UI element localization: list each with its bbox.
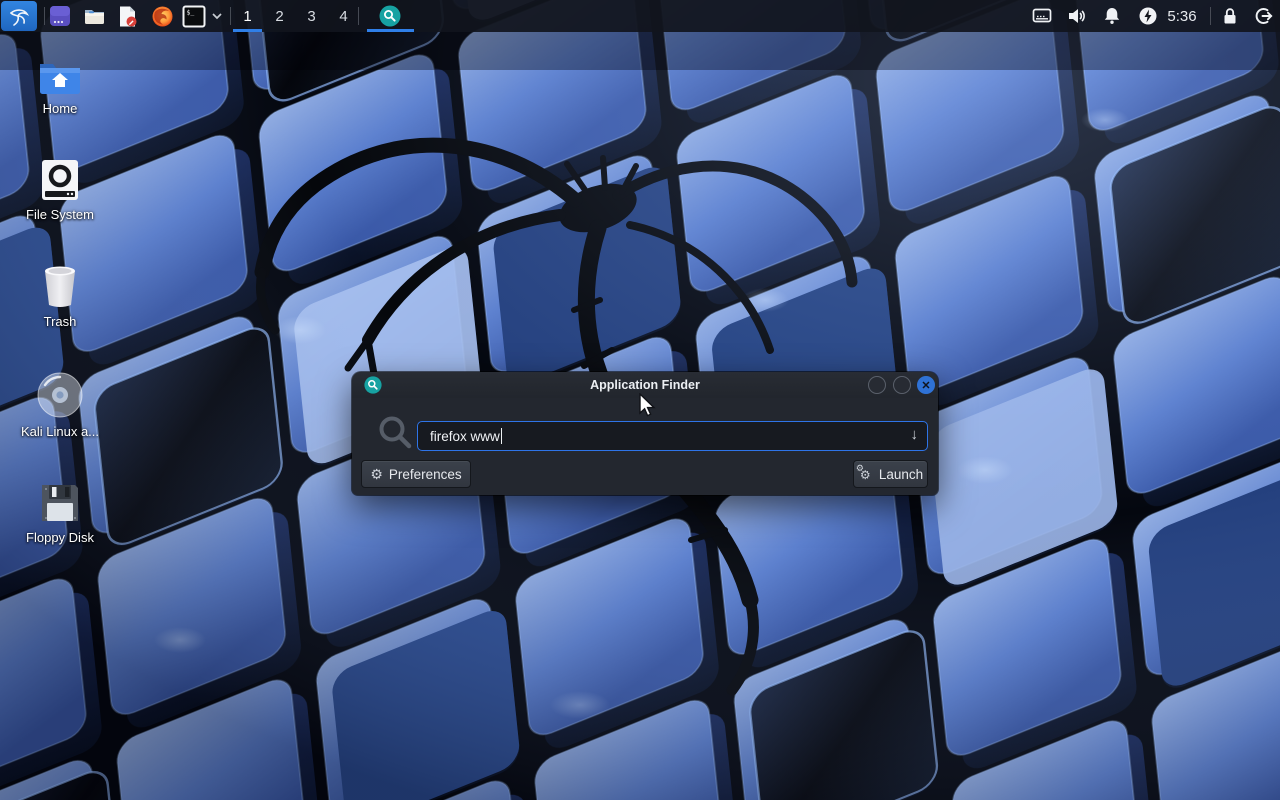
floppy-disk-icon — [38, 481, 82, 525]
launcher-terminal-dropdown[interactable]: $_ — [182, 4, 224, 28]
search-icon — [376, 413, 416, 453]
panel-separator — [1210, 7, 1211, 25]
power-status-icon — [1138, 6, 1158, 26]
launcher-file-manager[interactable] — [82, 4, 106, 28]
search-input[interactable]: firefox www ↓ — [417, 421, 928, 451]
panel-separator — [44, 7, 45, 25]
desktop-icon-label: Home — [12, 101, 108, 116]
volume-icon — [1067, 6, 1087, 26]
desktop-icon-label: File System — [12, 207, 108, 222]
optical-disc-icon — [36, 371, 84, 419]
kali-logo-icon — [7, 4, 31, 28]
file-manager-icon — [83, 5, 106, 28]
application-finder-window: Application Finder ✕ firefox www ↓ ⚙ Pre… — [352, 372, 938, 495]
preferences-button-label: Preferences — [389, 467, 462, 482]
tray-volume-button[interactable] — [1067, 6, 1087, 26]
launcher-firefox[interactable] — [150, 4, 174, 28]
log-out-button[interactable] — [1254, 6, 1274, 26]
active-workspace-indicator — [233, 29, 262, 32]
workspace-1-button[interactable]: 1 — [232, 0, 263, 32]
hard-drive-icon — [39, 158, 81, 202]
close-button[interactable]: ✕ — [917, 376, 935, 394]
workspace-4-button[interactable]: 4 — [328, 0, 359, 32]
desktop-icon-kali-linux-disc[interactable]: Kali Linux a... — [12, 371, 108, 439]
terminal-icon: $_ — [182, 5, 206, 28]
desktop-icon-label: Trash — [12, 314, 108, 329]
preferences-button[interactable]: ⚙ Preferences — [361, 460, 471, 488]
gear-icon: ⚙ — [370, 467, 383, 481]
workspace-4-label: 4 — [339, 8, 347, 25]
terminal-window-icon — [49, 5, 71, 27]
chevron-down-icon — [211, 12, 223, 20]
launch-button[interactable]: ⚙⚙ Launch — [853, 460, 928, 488]
desktop-icon-home[interactable]: Home — [12, 58, 108, 116]
maximize-button[interactable] — [893, 376, 911, 394]
desktop-icon-floppy-disk[interactable]: Floppy Disk — [12, 481, 108, 545]
trash-bin-icon — [39, 263, 81, 309]
launch-gears-icon: ⚙⚙ — [858, 467, 873, 482]
taskbar-application-finder-button[interactable] — [366, 0, 414, 32]
clock-text: 5:36 — [1167, 8, 1196, 25]
tray-notifications-button[interactable] — [1102, 6, 1122, 26]
svg-text:$_: $_ — [187, 8, 195, 16]
clock[interactable]: 5:36 — [1160, 0, 1204, 32]
desktop-icon-label: Floppy Disk — [12, 530, 108, 545]
workspace-3-button[interactable]: 3 — [296, 0, 327, 32]
lock-screen-button[interactable] — [1220, 6, 1240, 26]
text-caret — [501, 428, 502, 444]
tray-display-button[interactable] — [1032, 6, 1052, 26]
minimize-button[interactable] — [868, 376, 886, 394]
dropdown-arrow-icon[interactable]: ↓ — [911, 426, 919, 443]
close-icon: ✕ — [921, 379, 930, 392]
workspace-3-label: 3 — [307, 8, 315, 25]
active-window-indicator — [367, 29, 414, 32]
workspace-2-button[interactable]: 2 — [264, 0, 295, 32]
tray-power-status-button[interactable] — [1138, 6, 1158, 26]
workspace-1-label: 1 — [243, 8, 251, 25]
lock-icon — [1220, 6, 1240, 26]
launcher-text-editor[interactable] — [115, 4, 139, 28]
applications-menu-button[interactable] — [1, 1, 37, 31]
log-out-icon — [1254, 6, 1274, 26]
desktop-icon-label: Kali Linux a... — [12, 424, 108, 439]
search-input-value: firefox www — [430, 429, 500, 444]
home-folder-icon — [37, 58, 83, 96]
application-finder-icon — [379, 5, 401, 27]
mouse-cursor — [638, 393, 660, 419]
launch-button-label: Launch — [879, 467, 923, 482]
text-editor-icon — [116, 5, 139, 28]
desktop-icon-trash[interactable]: Trash — [12, 263, 108, 329]
display-icon — [1032, 6, 1052, 26]
launcher-terminal-window[interactable] — [48, 4, 72, 28]
desktop-icon-file-system[interactable]: File System — [12, 158, 108, 222]
panel-separator — [230, 7, 231, 25]
panel-separator — [358, 7, 359, 25]
firefox-icon — [151, 5, 174, 28]
top-panel: $_ 1 2 3 4 — [0, 0, 1280, 32]
bell-icon — [1102, 6, 1122, 26]
workspace-2-label: 2 — [275, 8, 283, 25]
